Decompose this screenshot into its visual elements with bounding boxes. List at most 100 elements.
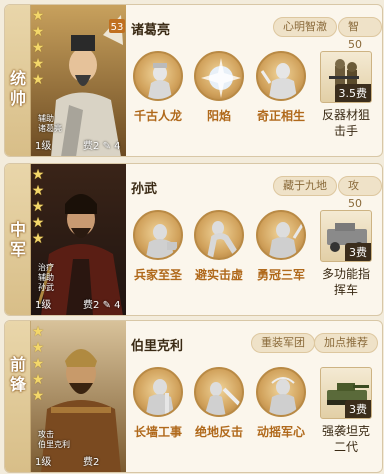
role-label-1: 中 [9, 220, 26, 239]
cost-value: 费2 [83, 300, 100, 311]
cost-value: 费2 [83, 457, 100, 468]
equipment-cost: 3费 [345, 243, 371, 261]
hero-tags: 辅助 诸葛亮 [38, 114, 62, 134]
feather-icon: ✎ [102, 141, 111, 152]
star-icon: ★ [31, 324, 45, 340]
star-icon: ★ [31, 167, 45, 183]
hero-cost: 费2 ✎ 4 [83, 296, 121, 311]
skill-name: 阳焰 [206, 109, 231, 123]
skill-slot[interactable]: 动摇军心 [251, 367, 311, 440]
tag: 攻击 [38, 430, 54, 439]
skill-slot[interactable]: 兵家至圣 [128, 210, 188, 283]
hero-level: 1级 [35, 300, 52, 311]
skill-icon [133, 51, 183, 101]
equipment-cost: 3费 [345, 400, 371, 418]
tag: 诸葛亮 [38, 124, 62, 133]
star-icon: ★ [31, 356, 45, 372]
star-rating: ★ ★ ★ ★ ★ [31, 325, 47, 405]
skill-slot[interactable]: 奇正相生 [251, 51, 311, 124]
equipment-icon: 3费 [320, 367, 372, 419]
skill-slot[interactable]: 勇冠三军 [251, 210, 311, 283]
hero-level: 1级 [35, 457, 52, 468]
equipment-slot[interactable]: 3.5费 反器材狙击手 [317, 51, 375, 139]
hero-name: 孙武 [131, 182, 158, 197]
skill-name: 千古人龙 [133, 109, 182, 123]
general-card-sunwu[interactable]: 中 军 ★ ★ ★ ★ ★ 治疗 辅助 孙武 1级 费2 ✎ 4 孙武 藏于九地… [4, 163, 383, 316]
skill-icon [256, 367, 306, 417]
skill-name: 绝地反击 [194, 425, 243, 439]
hero-cost: 费2 ✎ 4 [83, 137, 121, 152]
tag: 治疗 [38, 263, 54, 272]
star-icon: ★ [31, 199, 45, 215]
hero-tags: 治疗 辅助 孙武 [38, 263, 54, 293]
role-label-2: 军 [9, 240, 26, 259]
recommend-badge[interactable]: 加点推荐 [314, 333, 378, 353]
skill-name: 兵家至圣 [133, 268, 182, 282]
stat-badge[interactable]: 攻50 [338, 176, 382, 210]
extra-value: 4 [114, 300, 121, 311]
trait-badge[interactable]: 心明智澈 [273, 17, 337, 37]
general-card-zhugeliang[interactable]: 统 帅 53 ★ ★ ★ ★ ★ 辅助 诸葛亮 1级 费2 ✎ 4 诸葛亮 心明… [4, 4, 383, 157]
general-card-pericles[interactable]: 前 锋 ★ ★ ★ ★ ★ 攻击 伯里克利 1级 费2 伯里克利 重装军团 加点… [4, 320, 383, 473]
svg-text:53: 53 [111, 22, 124, 33]
role-label-1: 统 [9, 69, 26, 88]
skill-icon [133, 367, 183, 417]
skill-name: 长墙工事 [133, 425, 182, 439]
skill-icon [256, 51, 306, 101]
equipment-slot[interactable]: 3费 强袭坦克二代 [317, 367, 375, 455]
star-icon: ★ [31, 340, 45, 356]
skill-icon [256, 210, 306, 260]
skill-slot[interactable]: 千古人龙 [128, 51, 188, 124]
trait-badge[interactable]: 藏于九地 [273, 176, 337, 196]
equipment-name: 多功能指挥车 [321, 267, 370, 297]
cost-value: 费2 [83, 141, 100, 152]
star-icon: ★ [31, 40, 45, 56]
star-rating: ★ ★ ★ ★ ★ [31, 168, 47, 248]
skill-icon [133, 210, 183, 260]
equipment-cost: 3.5费 [334, 84, 371, 102]
hero-tags: 攻击 伯里克利 [38, 430, 70, 450]
skill-slot[interactable]: 长墙工事 [128, 367, 188, 440]
tag: 辅助 [38, 273, 54, 282]
stat-badge[interactable]: 智50 [338, 17, 382, 51]
hero-name: 诸葛亮 [131, 23, 171, 38]
hero-name: 伯里克利 [131, 339, 184, 354]
trait-badge[interactable]: 重装军团 [251, 333, 315, 353]
equipment-name: 反器材狙击手 [321, 108, 370, 138]
skill-name: 动摇军心 [256, 425, 305, 439]
equipment-name: 强袭坦克二代 [321, 424, 370, 454]
hero-cost: 费2 [83, 453, 99, 468]
star-icon: ★ [31, 72, 45, 88]
tag: 辅助 [38, 114, 54, 123]
tag: 孙武 [38, 283, 54, 292]
hero-level: 1级 [35, 141, 52, 152]
star-icon: ★ [31, 372, 45, 388]
star-icon: ★ [31, 56, 45, 72]
star-icon: ★ [31, 8, 45, 24]
role-strip [5, 321, 31, 472]
star-icon: ★ [31, 215, 45, 231]
feather-icon: ✎ [102, 300, 111, 311]
star-icon: ★ [31, 24, 45, 40]
star-icon: ★ [31, 183, 45, 199]
skill-name: 避实击虚 [194, 268, 243, 282]
star-icon: ★ [31, 231, 45, 247]
skill-slot[interactable]: 避实击虚 [189, 210, 249, 283]
extra-value: 4 [114, 141, 121, 152]
star-icon: ★ [31, 388, 45, 404]
tag: 伯里克利 [38, 440, 70, 449]
skill-slot[interactable]: 绝地反击 [189, 367, 249, 440]
star-rating: ★ ★ ★ ★ ★ [31, 9, 47, 89]
role-label-2: 锋 [9, 375, 26, 394]
role-label-2: 帅 [9, 89, 26, 108]
skill-icon [194, 210, 244, 260]
equipment-icon: 3.5费 [320, 51, 372, 103]
skill-name: 勇冠三军 [256, 268, 305, 282]
equipment-slot[interactable]: 3费 多功能指挥车 [317, 210, 375, 298]
role-label-1: 前 [9, 355, 26, 374]
skill-icon [194, 51, 244, 101]
skill-icon [194, 367, 244, 417]
skill-slot[interactable]: 阳焰 [189, 51, 249, 124]
equipment-icon: 3费 [320, 210, 372, 262]
skill-name: 奇正相生 [256, 109, 305, 123]
